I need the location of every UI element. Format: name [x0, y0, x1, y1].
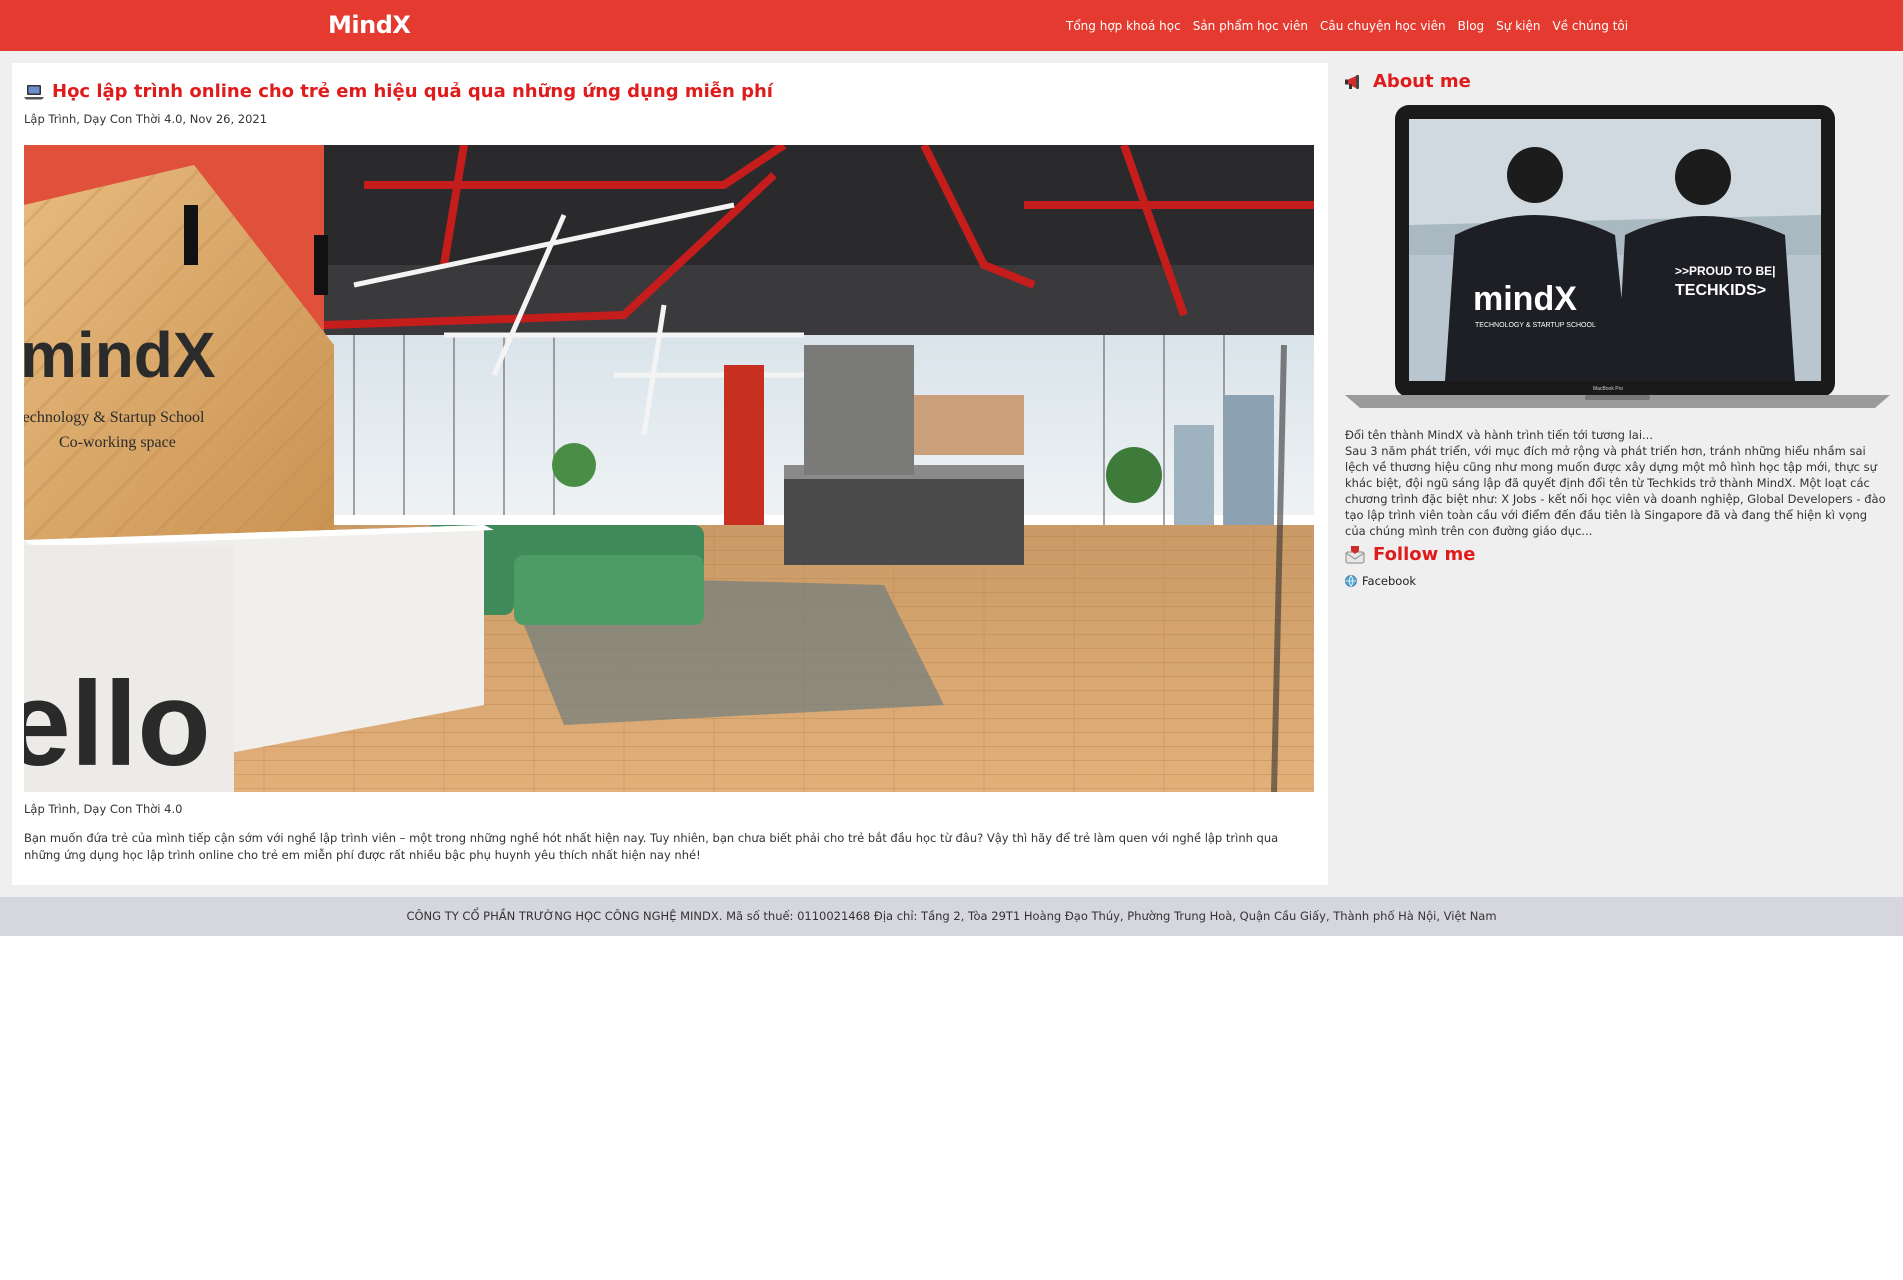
article-title-row: Học lập trình online cho trẻ em hiệu quả… — [24, 81, 1314, 102]
hero-desk-word: ello — [24, 657, 211, 791]
article-card: Học lập trình online cho trẻ em hiệu quả… — [12, 63, 1328, 885]
hero-sign-subtitle: Technology & Startup School — [24, 409, 205, 426]
facebook-link[interactable]: Facebook — [1345, 574, 1416, 588]
hero-sign-line3: Co-working space — [59, 434, 176, 451]
nav-item-courses[interactable]: Tổng hợp khoá học — [1066, 19, 1181, 35]
sidebar: About me mindX TECHNOLOGY & STARTUP SCHO… — [1345, 63, 1893, 663]
about-laptop-label: MacBook Pro — [1593, 386, 1623, 392]
about-text: Đổi tên thành MindX và hành trình tiến t… — [1345, 428, 1886, 538]
article-hero-image: mindX Technology & Startup School Co-wor… — [24, 145, 1314, 792]
globe-icon — [1345, 575, 1357, 587]
about-title-row: About me — [1345, 71, 1471, 92]
about-shirt-right-bottom: TECHKIDS> — [1675, 282, 1766, 299]
article-meta: Lập Trình, Dạy Con Thời 4.0, Nov 26, 202… — [24, 112, 268, 126]
nav-item-student-products[interactable]: Sản phẩm học viên — [1193, 19, 1308, 35]
megaphone-icon — [1345, 74, 1359, 89]
nav-item-events[interactable]: Sự kiện — [1496, 19, 1540, 35]
about-shirt-left: mindX — [1473, 280, 1577, 318]
follow-title: Follow me — [1373, 544, 1476, 565]
about-image: mindX TECHNOLOGY & STARTUP SCHOOL >>PROU… — [1345, 105, 1890, 408]
about-title: About me — [1373, 71, 1471, 92]
about-shirt-right-top: >>PROUD TO BE| — [1675, 264, 1776, 278]
nav-item-student-stories[interactable]: Câu chuyện học viên — [1320, 19, 1446, 35]
nav-item-about[interactable]: Về chúng tôi — [1552, 19, 1628, 35]
nav-item-blog[interactable]: Blog — [1458, 19, 1485, 35]
follow-title-row: Follow me — [1345, 544, 1476, 565]
article-title[interactable]: Học lập trình online cho trẻ em hiệu quả… — [52, 81, 773, 102]
facebook-link-label: Facebook — [1362, 574, 1417, 588]
mailbox-icon — [1345, 545, 1365, 563]
laptop-icon — [24, 84, 44, 99]
about-shirt-left-sub: TECHNOLOGY & STARTUP SCHOOL — [1475, 322, 1596, 329]
brand-logo[interactable]: MindX — [328, 11, 411, 39]
article-categories: Lập Trình, Dạy Con Thời 4.0 — [24, 802, 183, 816]
top-navbar: MindX Tổng hợp khoá học Sản phẩm học viê… — [0, 0, 1903, 51]
main-nav: Tổng hợp khoá học Sản phẩm học viên Câu … — [1066, 19, 1628, 35]
hero-sign-brand: mindX — [24, 319, 216, 391]
footer: CÔNG TY CỔ PHẦN TRƯỜNG HỌC CÔNG NGHỆ MIN… — [0, 897, 1903, 936]
footer-text: CÔNG TY CỔ PHẦN TRƯỜNG HỌC CÔNG NGHỆ MIN… — [406, 909, 1497, 923]
article-excerpt: Bạn muốn đứa trẻ của mình tiếp cận sớm v… — [24, 831, 1279, 862]
